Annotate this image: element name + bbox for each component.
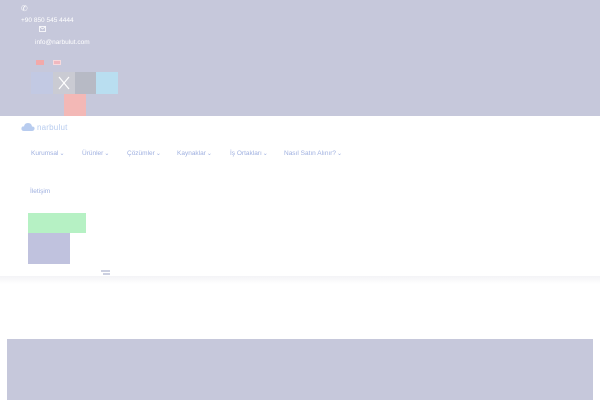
youtube-icon[interactable] (64, 94, 86, 116)
nav-item-kurumsal[interactable]: Kurumsal ⌄ (31, 150, 65, 157)
nav-item-kaynaklar[interactable]: Kaynaklar ⌄ (177, 150, 212, 157)
nav-item-label: Çözümler (127, 150, 155, 157)
mail-icon (39, 26, 46, 34)
menu-toggle-icon[interactable] (101, 265, 110, 278)
turkish-flag-icon[interactable] (36, 60, 44, 65)
x-twitter-icon[interactable] (53, 72, 75, 94)
nav-item-label: Ürünler (82, 150, 104, 157)
header-shadow (0, 276, 600, 284)
top-bar: ✆ +90 850 545 4444 info@narbulut.com (0, 0, 600, 116)
email-link[interactable]: info@narbulut.com (35, 39, 90, 47)
linkedin-icon[interactable] (75, 72, 97, 94)
nav-item-urunler[interactable]: Ürünler ⌄ (82, 150, 109, 157)
nav-item-nasil-satin-alinir[interactable]: Nasıl Satın Alınır? ⌄ (284, 150, 342, 157)
english-flag-icon[interactable] (53, 60, 61, 65)
chevron-down-icon: ⌄ (337, 150, 343, 157)
nav-item-is-ortaklari[interactable]: İş Ortakları ⌄ (230, 150, 268, 157)
phone-icon: ✆ (21, 4, 28, 13)
logo-text: narbulut (37, 122, 68, 132)
hero-banner (7, 339, 593, 400)
site-logo[interactable]: narbulut (21, 120, 68, 134)
chevron-down-icon: ⌄ (206, 150, 212, 157)
facebook-icon[interactable] (31, 72, 53, 94)
green-cta-button[interactable] (28, 213, 86, 233)
nav-item-iletisim[interactable]: İletişim (30, 188, 50, 195)
chevron-down-icon: ⌄ (155, 150, 161, 157)
chevron-down-icon: ⌄ (104, 150, 110, 157)
nav-item-label: Kaynaklar (177, 150, 206, 157)
chevron-down-icon: ⌄ (262, 150, 268, 157)
cloud-logo-icon (21, 123, 35, 131)
nav-item-label: İş Ortakları (230, 150, 262, 157)
purple-cta-button[interactable] (28, 233, 70, 264)
telegram-icon[interactable] (96, 72, 118, 94)
nav-item-label: Kurumsal (31, 150, 59, 157)
chevron-down-icon: ⌄ (59, 150, 65, 157)
nav-item-cozumler[interactable]: Çözümler ⌄ (127, 150, 161, 157)
nav-item-label: Nasıl Satın Alınır? (284, 150, 337, 157)
phone-number[interactable]: +90 850 545 4444 (21, 17, 74, 25)
